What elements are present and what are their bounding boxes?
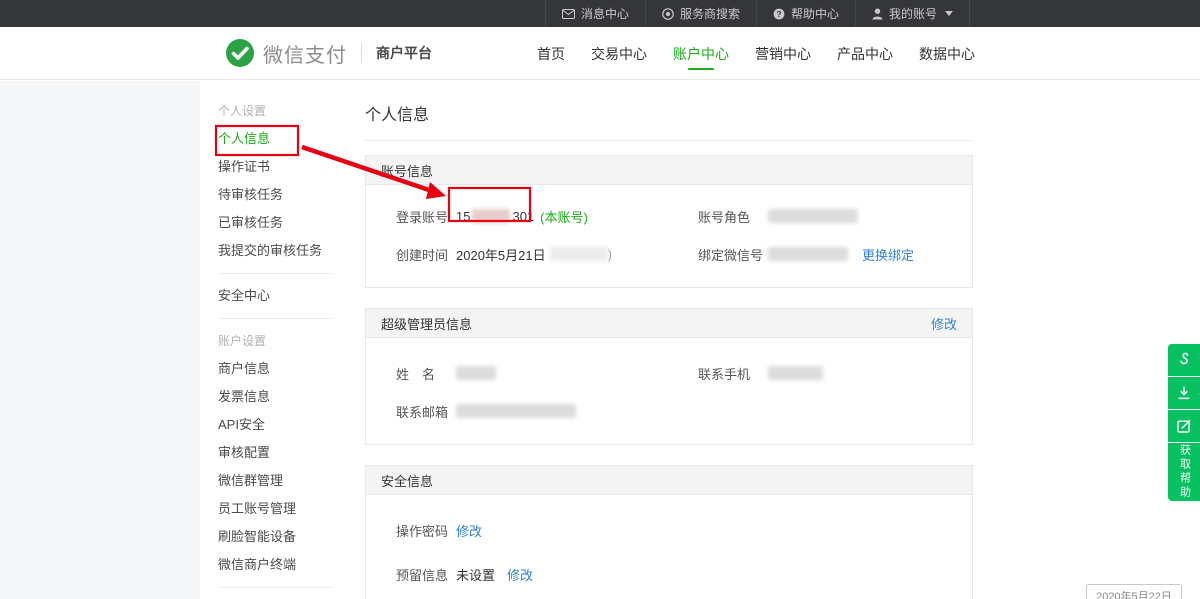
sidebar: 个人设置 个人信息 操作证书 待审核任务 已审核任务 我提交的审核任务 安全中心… xyxy=(200,81,345,599)
sidebar-item-merchant-info[interactable]: 商户信息 xyxy=(200,355,345,383)
sidebar-divider xyxy=(218,318,333,319)
date-tooltip: 2020年5月22日 xyxy=(1086,584,1182,599)
hotline-icon xyxy=(1177,352,1191,368)
get-help-label: 获取帮助 xyxy=(1179,444,1190,500)
bound-wechat-label: 绑定微信号 xyxy=(698,245,768,264)
super-admin-card: 超级管理员信息 修改 姓 名 联系手机 联系邮箱 xyxy=(365,308,973,445)
topbar-item-label: 我的账号 xyxy=(889,5,937,22)
login-account-label: 登录账号 xyxy=(396,207,456,226)
feedback-icon xyxy=(1177,419,1191,433)
topbar-item-my-account[interactable]: 我的账号 xyxy=(855,0,970,27)
search-icon xyxy=(662,8,674,20)
sidebar-item-invoice-info[interactable]: 发票信息 xyxy=(200,383,345,411)
masked-value xyxy=(472,209,510,223)
download-button[interactable] xyxy=(1168,377,1200,409)
created-time-label: 创建时间 xyxy=(396,245,456,264)
main-nav: 首页 交易中心 账户中心 营销中心 产品中心 数据中心 xyxy=(537,36,975,70)
brand: 微信支付 商户平台 xyxy=(225,38,432,68)
masked-value xyxy=(768,209,858,223)
account-role-label: 账号角色 xyxy=(698,207,768,226)
svg-text:?: ? xyxy=(776,9,781,19)
contact-email-label: 联系邮箱 xyxy=(396,402,456,421)
sidebar-item-staff-account-management[interactable]: 员工账号管理 xyxy=(200,495,345,523)
account-info-card-header: 账号信息 xyxy=(366,156,972,185)
get-help-button[interactable]: 获取帮助 xyxy=(1168,443,1200,501)
masked-value xyxy=(768,247,848,261)
masked-value xyxy=(768,366,823,380)
admin-name-label: 姓 名 xyxy=(396,364,456,383)
hotline-button[interactable] xyxy=(1168,344,1200,376)
chevron-down-icon xyxy=(945,11,953,16)
sidebar-item-operation-certificate[interactable]: 操作证书 xyxy=(200,153,345,181)
sidebar-group-account-settings: 账户设置 xyxy=(200,327,345,355)
sidebar-divider xyxy=(218,273,333,274)
card-title: 超级管理员信息 xyxy=(381,314,472,333)
edit-reserved-info-link[interactable]: 修改 xyxy=(507,565,533,584)
main-content: 个人信息 账号信息 登录账号 15 301 (本账号) 账号角色 xyxy=(345,81,1200,599)
page-title: 个人信息 xyxy=(365,101,1200,125)
sidebar-item-my-submitted-tasks[interactable]: 我提交的审核任务 xyxy=(200,237,345,265)
sidebar-item-security-center[interactable]: 安全中心 xyxy=(200,282,345,310)
help-icon: ? xyxy=(773,8,785,20)
topbar-item-service-provider-search[interactable]: 服务商搜索 xyxy=(645,0,756,27)
sidebar-item-face-smart-devices[interactable]: 刷脸智能设备 xyxy=(200,523,345,551)
super-admin-card-header: 超级管理员信息 修改 xyxy=(366,309,972,338)
topbar-item-label: 服务商搜索 xyxy=(680,5,740,22)
masked-value xyxy=(550,247,608,261)
sidebar-item-personal-info[interactable]: 个人信息 xyxy=(200,125,345,153)
nav-marketing-center[interactable]: 营销中心 xyxy=(755,36,811,70)
user-icon xyxy=(872,8,883,20)
sidebar-item-reviewed-tasks[interactable]: 已审核任务 xyxy=(200,209,345,237)
sidebar-group-personal-settings: 个人设置 xyxy=(200,97,345,125)
edit-password-link[interactable]: 修改 xyxy=(456,521,482,540)
login-account-value: 15 301 (本账号) xyxy=(456,207,588,226)
contact-phone-label: 联系手机 xyxy=(698,364,768,383)
sidebar-item-wechat-group-management[interactable]: 微信群管理 xyxy=(200,467,345,495)
title-divider xyxy=(365,140,973,141)
sidebar-item-pending-review-tasks[interactable]: 待审核任务 xyxy=(200,181,345,209)
created-time-value: 2020年5月21日 ) xyxy=(456,245,612,264)
topbar-item-help-center[interactable]: ? 帮助中心 xyxy=(756,0,855,27)
sidebar-divider xyxy=(218,587,333,588)
feedback-button[interactable] xyxy=(1168,410,1200,442)
current-account-note: (本账号) xyxy=(540,207,588,226)
header: 微信支付 商户平台 首页 交易中心 账户中心 营销中心 产品中心 数据中心 xyxy=(0,27,1200,80)
security-info-card: 安全信息 操作密码 修改 预留信息 未设置 修改 预留信息是由你自己设置的一段文… xyxy=(365,465,973,599)
security-info-card-header: 安全信息 xyxy=(366,466,972,495)
nav-data-center[interactable]: 数据中心 xyxy=(919,36,975,70)
brand-divider xyxy=(361,43,362,63)
operation-password-label: 操作密码 xyxy=(396,521,456,540)
topbar: 消息中心 服务商搜索 ? 帮助中心 我的账号 xyxy=(0,0,1200,27)
wechat-pay-logo-icon xyxy=(225,38,255,68)
topbar-item-label: 消息中心 xyxy=(581,5,629,22)
card-title: 账号信息 xyxy=(381,161,433,180)
account-info-card: 账号信息 登录账号 15 301 (本账号) 账号角色 xyxy=(365,155,973,288)
masked-value xyxy=(456,366,496,380)
sidebar-item-api-security[interactable]: API安全 xyxy=(200,411,345,439)
nav-home[interactable]: 首页 xyxy=(537,36,565,70)
left-gutter xyxy=(0,81,200,599)
brand-name: 微信支付 xyxy=(263,39,347,68)
reserved-info-status: 未设置 xyxy=(456,565,495,584)
mail-icon xyxy=(562,9,575,19)
nav-account-center[interactable]: 账户中心 xyxy=(673,36,729,70)
reserved-info-label: 预留信息 xyxy=(396,565,456,584)
edit-admin-link[interactable]: 修改 xyxy=(931,314,957,333)
rebind-wechat-link[interactable]: 更换绑定 xyxy=(862,245,914,264)
sidebar-item-wechat-merchant-terminal[interactable]: 微信商户终端 xyxy=(200,551,345,579)
card-title: 安全信息 xyxy=(381,471,433,490)
topbar-item-message-center[interactable]: 消息中心 xyxy=(545,0,645,27)
portal-name: 商户平台 xyxy=(376,43,432,63)
masked-value xyxy=(456,404,576,418)
nav-product-center[interactable]: 产品中心 xyxy=(837,36,893,70)
nav-transaction-center[interactable]: 交易中心 xyxy=(591,36,647,70)
sidebar-item-review-config[interactable]: 审核配置 xyxy=(200,439,345,467)
download-icon xyxy=(1177,386,1191,400)
floating-help-panel: 获取帮助 xyxy=(1168,344,1200,502)
topbar-item-label: 帮助中心 xyxy=(791,5,839,22)
